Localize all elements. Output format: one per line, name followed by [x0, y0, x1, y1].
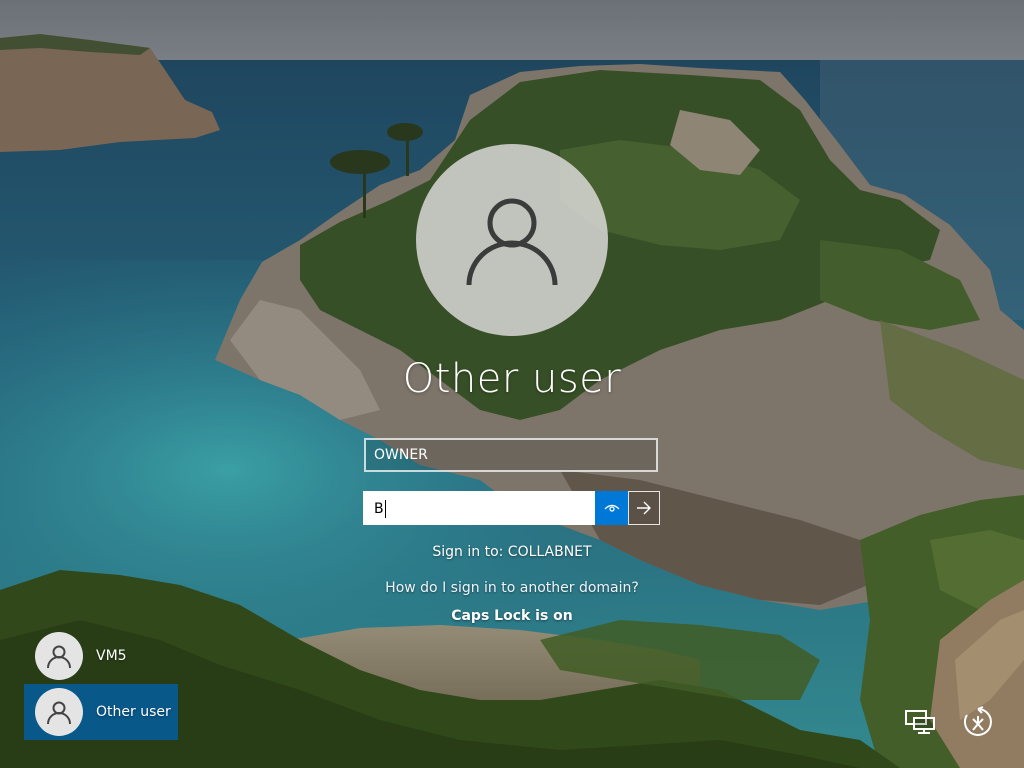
network-icon: [905, 710, 935, 734]
user-icon: [47, 701, 71, 725]
avatar: [35, 688, 83, 736]
eye-icon: [604, 504, 619, 512]
password-value: B: [374, 501, 384, 517]
other-domain-help-link[interactable]: How do I sign in to another domain?: [0, 580, 1024, 596]
user-tile-vm5[interactable]: VM5: [24, 628, 178, 684]
password-row: B: [363, 491, 660, 525]
text-caret: [384, 500, 386, 518]
network-button[interactable]: [904, 706, 936, 738]
selected-user-name: Other user: [402, 356, 622, 402]
reveal-password-button[interactable]: [595, 491, 628, 525]
avatar: [35, 632, 83, 680]
system-tray: [904, 706, 994, 738]
ease-of-access-icon: [964, 706, 992, 736]
ease-of-access-button[interactable]: [962, 706, 994, 738]
user-tile-label: Other user: [96, 704, 171, 720]
submit-button[interactable]: [628, 491, 660, 525]
arrow-right-icon: [637, 501, 651, 515]
caps-lock-warning: Caps Lock is on: [451, 608, 573, 624]
username-field[interactable]: OWNER: [364, 438, 658, 472]
user-list: VM5 Other user: [24, 628, 178, 740]
sign-in-domain-text: Sign in to: COLLABNET: [432, 544, 592, 560]
password-field[interactable]: B: [363, 491, 595, 525]
user-avatar: [416, 144, 608, 336]
user-icon: [466, 198, 558, 286]
user-icon: [47, 645, 71, 669]
user-tile-label: VM5: [96, 648, 127, 664]
user-tile-other-user[interactable]: Other user: [24, 684, 178, 740]
